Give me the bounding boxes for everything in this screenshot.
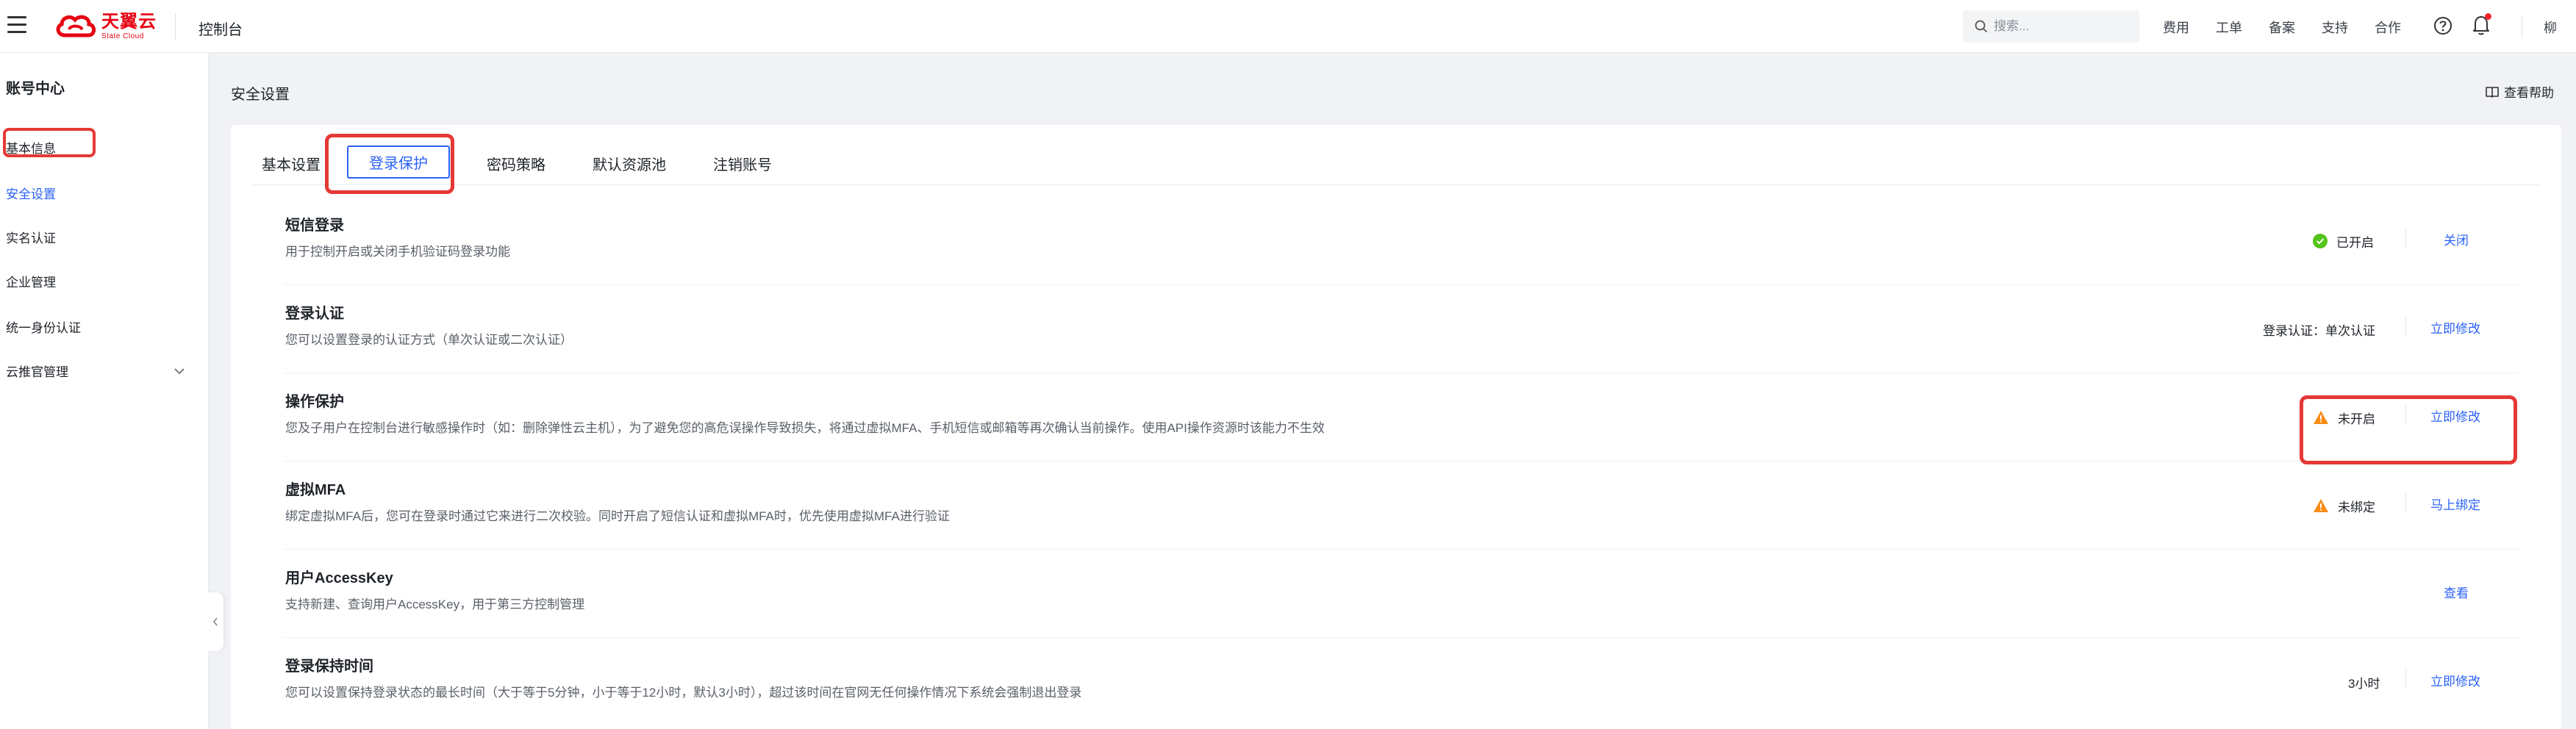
setting-title: 登录保持时间 (285, 658, 373, 675)
sidebar-item-unified-identity[interactable]: 统一身份认证 (0, 312, 209, 345)
setting-row-login-auth: 登录认证 您可以设置登录的认证方式（单次认证或二次认证） 登录认证：单次认证 立… (284, 285, 2519, 373)
sidebar-item-real-name[interactable]: 实名认证 (0, 222, 209, 256)
divider (2405, 669, 2406, 689)
setting-title: 登录认证 (285, 306, 344, 322)
status-indicator: 未开启 (2313, 373, 2375, 462)
warning-icon (2314, 499, 2328, 512)
divider (175, 13, 176, 40)
view-access-key-button[interactable]: 查看 (2444, 550, 2469, 638)
top-bar: 天翼云 State Cloud 控制台 费用 工单 备案 支持 合作 柳 (0, 0, 2576, 53)
tab-close-account[interactable]: 注销账号 (713, 153, 772, 174)
menu-icon[interactable] (7, 16, 26, 34)
book-icon (2486, 86, 2499, 98)
setting-row-operation-protection: 操作保护 您及子用户在控制台进行敏感操作时（如：删除弹性云主机），为了避免您的高… (284, 373, 2519, 462)
tab-bar: 基本设置 登录保护 密码策略 默认资源池 注销账号 (253, 125, 2539, 185)
notification-badge (2485, 13, 2491, 20)
status-text: 3小时 (2348, 676, 2380, 691)
chevron-left-icon (212, 617, 218, 626)
setting-row-sms-login: 短信登录 用于控制开启或关闭手机验证码登录功能 已开启 关闭 (284, 197, 2519, 285)
logo-text: 天翼云 (101, 11, 157, 32)
cloud-logo-icon (54, 13, 97, 40)
user-menu[interactable]: 柳 (2544, 18, 2557, 37)
sidebar-item-promoter[interactable]: 云推官管理 (0, 356, 209, 389)
divider (2405, 404, 2406, 425)
view-help-link[interactable]: 查看帮助 (2485, 82, 2554, 101)
nav-billing[interactable]: 费用 (2163, 18, 2189, 37)
setting-description: 您可以设置保持登录状态的最长时间（大于等于5分钟，小于等于12小时，默认3小时）… (285, 686, 1082, 700)
setting-title: 用户AccessKey (285, 570, 393, 586)
status-text: 登录认证：单次认证 (2263, 323, 2375, 338)
setting-description: 支持新建、查询用户AccessKey，用于第三方控制管理 (285, 597, 585, 611)
page-title: 安全设置 (231, 87, 290, 103)
status-indicator: 已开启 (2313, 197, 2374, 285)
sidebar-item-label: 云推官管理 (6, 365, 68, 379)
sidebar: 账号中心 基本信息 安全设置 实名认证 企业管理 统一身份认证 云推官管理 (0, 53, 209, 729)
setting-title: 虚拟MFA (285, 482, 346, 498)
nav-tickets[interactable]: 工单 (2216, 18, 2242, 37)
sidebar-item-label: 企业管理 (6, 276, 56, 290)
divider (2405, 492, 2406, 513)
setting-title: 操作保护 (285, 394, 344, 410)
sidebar-title: 账号中心 (6, 81, 65, 97)
check-circle-icon (2313, 234, 2328, 248)
setting-row-virtual-mfa: 虚拟MFA 绑定虚拟MFA后，您可在登录时通过它来进行二次校验。同时开启了短信认… (284, 462, 2519, 550)
tab-password-policy[interactable]: 密码策略 (487, 153, 545, 174)
status-text: 已开启 (2336, 235, 2374, 250)
tab-default-resource-pool[interactable]: 默认资源池 (593, 153, 666, 174)
top-nav: 费用 工单 备案 支持 合作 (2163, 18, 2427, 37)
sidebar-collapse-button[interactable] (207, 592, 223, 651)
setting-description: 用于控制开启或关闭手机验证码登录功能 (285, 245, 510, 259)
nav-partner[interactable]: 合作 (2375, 18, 2401, 37)
logo-subtext: State Cloud (101, 32, 144, 40)
tab-basic-settings[interactable]: 基本设置 (262, 153, 321, 174)
sidebar-item-label: 安全设置 (6, 187, 56, 201)
help-link-label: 查看帮助 (2504, 86, 2554, 100)
modify-session-duration-button[interactable]: 立即修改 (2430, 638, 2480, 726)
security-settings-card: 基本设置 登录保护 密码策略 默认资源池 注销账号 短信登录 用于控制开启或关闭… (231, 125, 2561, 729)
search-input[interactable] (1994, 19, 2133, 34)
nav-filing[interactable]: 备案 (2269, 18, 2295, 37)
sidebar-item-label: 基本信息 (6, 142, 56, 156)
search-icon (1975, 20, 1988, 33)
sidebar-item-basic-info[interactable]: 基本信息 (0, 132, 209, 166)
setting-row-access-key: 用户AccessKey 支持新建、查询用户AccessKey，用于第三方控制管理… (284, 550, 2519, 638)
setting-row-session-duration: 登录保持时间 您可以设置保持登录状态的最长时间（大于等于5分钟，小于等于12小时… (284, 638, 2519, 726)
status-indicator: 3小时 (2348, 638, 2380, 726)
status-text: 未绑定 (2338, 500, 2375, 514)
modify-login-auth-button[interactable]: 立即修改 (2430, 285, 2480, 373)
setting-description: 您及子用户在控制台进行敏感操作时（如：删除弹性云主机），为了避免您的高危误操作导… (285, 421, 1325, 435)
divider (2405, 228, 2406, 248)
status-indicator: 未绑定 (2313, 462, 2375, 550)
setting-description: 绑定虚拟MFA后，您可在登录时通过它来进行二次校验。同时开启了短信认证和虚拟MF… (285, 509, 950, 523)
disable-sms-login-button[interactable]: 关闭 (2444, 197, 2469, 285)
sidebar-item-label: 实名认证 (6, 231, 56, 245)
sidebar-item-security[interactable]: 安全设置 (0, 178, 209, 212)
status-indicator: 登录认证：单次认证 (2263, 285, 2375, 373)
sidebar-item-enterprise[interactable]: 企业管理 (0, 266, 209, 300)
status-text: 未开启 (2338, 412, 2375, 426)
help-icon[interactable] (2433, 16, 2452, 35)
nav-support[interactable]: 支持 (2322, 18, 2348, 37)
setting-title: 短信登录 (285, 218, 344, 234)
divider (2405, 316, 2406, 337)
chevron-down-icon (174, 368, 185, 375)
modify-operation-protection-button[interactable]: 立即修改 (2430, 373, 2480, 462)
tab-login-protection[interactable]: 登录保护 (347, 146, 450, 179)
warning-icon (2314, 411, 2328, 424)
setting-description: 您可以设置登录的认证方式（单次认证或二次认证） (285, 333, 573, 347)
search-box[interactable] (1963, 10, 2139, 43)
brand-logo[interactable]: 天翼云 State Cloud (54, 9, 157, 44)
bind-mfa-button[interactable]: 马上绑定 (2430, 462, 2480, 550)
console-link[interactable]: 控制台 (198, 18, 243, 39)
sidebar-item-label: 统一身份认证 (6, 321, 81, 335)
